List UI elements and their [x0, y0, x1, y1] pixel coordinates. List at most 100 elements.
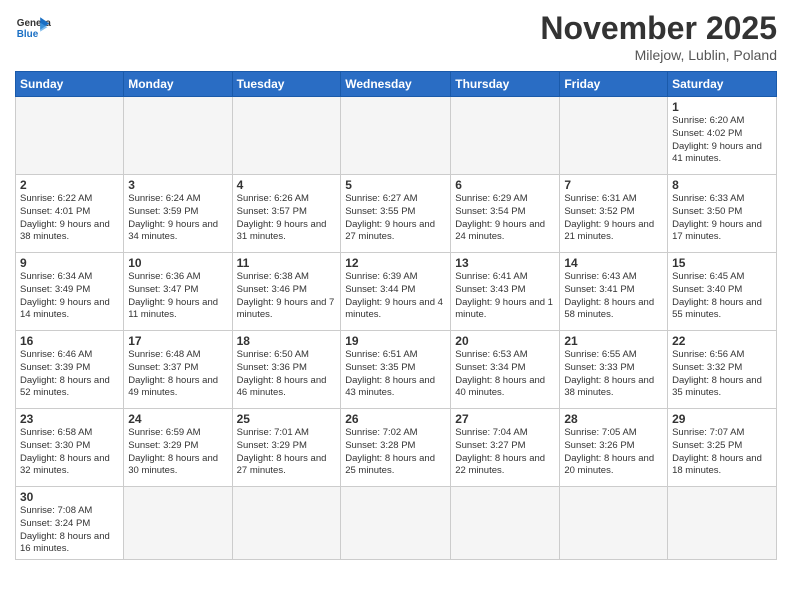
- day-number: 11: [237, 256, 337, 270]
- weekday-header-monday: Monday: [124, 72, 232, 97]
- calendar-day-cell: 6Sunrise: 6:29 AM Sunset: 3:54 PM Daylig…: [451, 175, 560, 253]
- weekday-header-thursday: Thursday: [451, 72, 560, 97]
- day-number: 3: [128, 178, 227, 192]
- day-number: 9: [20, 256, 119, 270]
- day-number: 6: [455, 178, 555, 192]
- day-number: 30: [20, 490, 119, 504]
- logo: General Blue: [15, 10, 51, 46]
- calendar-day-cell: [560, 487, 668, 560]
- day-number: 19: [345, 334, 446, 348]
- day-info: Sunrise: 6:39 AM Sunset: 3:44 PM Dayligh…: [345, 271, 446, 322]
- day-number: 29: [672, 412, 772, 426]
- day-info: Sunrise: 6:24 AM Sunset: 3:59 PM Dayligh…: [128, 193, 227, 244]
- day-info: Sunrise: 6:53 AM Sunset: 3:34 PM Dayligh…: [455, 349, 555, 400]
- calendar-day-cell: [232, 487, 341, 560]
- logo-icon: General Blue: [15, 10, 51, 46]
- calendar-week-row: 30Sunrise: 7:08 AM Sunset: 3:24 PM Dayli…: [16, 487, 777, 560]
- weekday-header-sunday: Sunday: [16, 72, 124, 97]
- day-number: 21: [564, 334, 663, 348]
- weekday-header-friday: Friday: [560, 72, 668, 97]
- day-number: 26: [345, 412, 446, 426]
- day-number: 16: [20, 334, 119, 348]
- day-info: Sunrise: 7:05 AM Sunset: 3:26 PM Dayligh…: [564, 427, 663, 478]
- calendar-table: SundayMondayTuesdayWednesdayThursdayFrid…: [15, 71, 777, 560]
- calendar-day-cell: [124, 487, 232, 560]
- calendar-day-cell: [341, 487, 451, 560]
- day-info: Sunrise: 6:45 AM Sunset: 3:40 PM Dayligh…: [672, 271, 772, 322]
- calendar-day-cell: [124, 97, 232, 175]
- calendar-day-cell: [341, 97, 451, 175]
- calendar-day-cell: [668, 487, 777, 560]
- day-info: Sunrise: 7:07 AM Sunset: 3:25 PM Dayligh…: [672, 427, 772, 478]
- calendar-day-cell: [560, 97, 668, 175]
- day-info: Sunrise: 6:59 AM Sunset: 3:29 PM Dayligh…: [128, 427, 227, 478]
- day-info: Sunrise: 6:38 AM Sunset: 3:46 PM Dayligh…: [237, 271, 337, 322]
- day-info: Sunrise: 7:08 AM Sunset: 3:24 PM Dayligh…: [20, 505, 119, 556]
- calendar-day-cell: 30Sunrise: 7:08 AM Sunset: 3:24 PM Dayli…: [16, 487, 124, 560]
- calendar-day-cell: 26Sunrise: 7:02 AM Sunset: 3:28 PM Dayli…: [341, 409, 451, 487]
- calendar-day-cell: 17Sunrise: 6:48 AM Sunset: 3:37 PM Dayli…: [124, 331, 232, 409]
- day-number: 8: [672, 178, 772, 192]
- day-info: Sunrise: 6:51 AM Sunset: 3:35 PM Dayligh…: [345, 349, 446, 400]
- calendar-day-cell: [16, 97, 124, 175]
- day-number: 1: [672, 100, 772, 114]
- day-info: Sunrise: 6:48 AM Sunset: 3:37 PM Dayligh…: [128, 349, 227, 400]
- day-info: Sunrise: 6:34 AM Sunset: 3:49 PM Dayligh…: [20, 271, 119, 322]
- calendar-day-cell: 9Sunrise: 6:34 AM Sunset: 3:49 PM Daylig…: [16, 253, 124, 331]
- calendar-day-cell: 16Sunrise: 6:46 AM Sunset: 3:39 PM Dayli…: [16, 331, 124, 409]
- calendar-day-cell: 1Sunrise: 6:20 AM Sunset: 4:02 PM Daylig…: [668, 97, 777, 175]
- page-header: General Blue November 2025 Milejow, Lubl…: [15, 10, 777, 63]
- calendar-day-cell: 24Sunrise: 6:59 AM Sunset: 3:29 PM Dayli…: [124, 409, 232, 487]
- calendar-day-cell: 21Sunrise: 6:55 AM Sunset: 3:33 PM Dayli…: [560, 331, 668, 409]
- day-info: Sunrise: 6:43 AM Sunset: 3:41 PM Dayligh…: [564, 271, 663, 322]
- day-number: 10: [128, 256, 227, 270]
- calendar-day-cell: 27Sunrise: 7:04 AM Sunset: 3:27 PM Dayli…: [451, 409, 560, 487]
- calendar-day-cell: 19Sunrise: 6:51 AM Sunset: 3:35 PM Dayli…: [341, 331, 451, 409]
- calendar-day-cell: 10Sunrise: 6:36 AM Sunset: 3:47 PM Dayli…: [124, 253, 232, 331]
- day-number: 18: [237, 334, 337, 348]
- day-number: 27: [455, 412, 555, 426]
- calendar-week-row: 23Sunrise: 6:58 AM Sunset: 3:30 PM Dayli…: [16, 409, 777, 487]
- calendar-day-cell: 8Sunrise: 6:33 AM Sunset: 3:50 PM Daylig…: [668, 175, 777, 253]
- location-title: Milejow, Lublin, Poland: [540, 47, 777, 63]
- calendar-day-cell: 11Sunrise: 6:38 AM Sunset: 3:46 PM Dayli…: [232, 253, 341, 331]
- day-number: 28: [564, 412, 663, 426]
- calendar-day-cell: 13Sunrise: 6:41 AM Sunset: 3:43 PM Dayli…: [451, 253, 560, 331]
- day-number: 5: [345, 178, 446, 192]
- day-info: Sunrise: 6:50 AM Sunset: 3:36 PM Dayligh…: [237, 349, 337, 400]
- weekday-header-saturday: Saturday: [668, 72, 777, 97]
- calendar-day-cell: 18Sunrise: 6:50 AM Sunset: 3:36 PM Dayli…: [232, 331, 341, 409]
- calendar-day-cell: 25Sunrise: 7:01 AM Sunset: 3:29 PM Dayli…: [232, 409, 341, 487]
- day-number: 12: [345, 256, 446, 270]
- day-info: Sunrise: 7:04 AM Sunset: 3:27 PM Dayligh…: [455, 427, 555, 478]
- calendar-week-row: 1Sunrise: 6:20 AM Sunset: 4:02 PM Daylig…: [16, 97, 777, 175]
- day-info: Sunrise: 6:58 AM Sunset: 3:30 PM Dayligh…: [20, 427, 119, 478]
- calendar-day-cell: 4Sunrise: 6:26 AM Sunset: 3:57 PM Daylig…: [232, 175, 341, 253]
- day-number: 2: [20, 178, 119, 192]
- calendar-day-cell: [232, 97, 341, 175]
- day-info: Sunrise: 6:22 AM Sunset: 4:01 PM Dayligh…: [20, 193, 119, 244]
- calendar-day-cell: [451, 487, 560, 560]
- day-info: Sunrise: 6:29 AM Sunset: 3:54 PM Dayligh…: [455, 193, 555, 244]
- calendar-day-cell: 7Sunrise: 6:31 AM Sunset: 3:52 PM Daylig…: [560, 175, 668, 253]
- day-info: Sunrise: 6:56 AM Sunset: 3:32 PM Dayligh…: [672, 349, 772, 400]
- weekday-header-row: SundayMondayTuesdayWednesdayThursdayFrid…: [16, 72, 777, 97]
- calendar-week-row: 2Sunrise: 6:22 AM Sunset: 4:01 PM Daylig…: [16, 175, 777, 253]
- day-info: Sunrise: 6:27 AM Sunset: 3:55 PM Dayligh…: [345, 193, 446, 244]
- calendar-day-cell: 22Sunrise: 6:56 AM Sunset: 3:32 PM Dayli…: [668, 331, 777, 409]
- day-number: 24: [128, 412, 227, 426]
- day-info: Sunrise: 6:46 AM Sunset: 3:39 PM Dayligh…: [20, 349, 119, 400]
- day-info: Sunrise: 6:36 AM Sunset: 3:47 PM Dayligh…: [128, 271, 227, 322]
- weekday-header-wednesday: Wednesday: [341, 72, 451, 97]
- day-number: 13: [455, 256, 555, 270]
- calendar-day-cell: 28Sunrise: 7:05 AM Sunset: 3:26 PM Dayli…: [560, 409, 668, 487]
- day-info: Sunrise: 6:20 AM Sunset: 4:02 PM Dayligh…: [672, 115, 772, 166]
- calendar-week-row: 16Sunrise: 6:46 AM Sunset: 3:39 PM Dayli…: [16, 331, 777, 409]
- day-number: 20: [455, 334, 555, 348]
- day-number: 15: [672, 256, 772, 270]
- calendar-day-cell: [451, 97, 560, 175]
- calendar-week-row: 9Sunrise: 6:34 AM Sunset: 3:49 PM Daylig…: [16, 253, 777, 331]
- calendar-day-cell: 3Sunrise: 6:24 AM Sunset: 3:59 PM Daylig…: [124, 175, 232, 253]
- svg-text:Blue: Blue: [17, 29, 39, 40]
- calendar-day-cell: 29Sunrise: 7:07 AM Sunset: 3:25 PM Dayli…: [668, 409, 777, 487]
